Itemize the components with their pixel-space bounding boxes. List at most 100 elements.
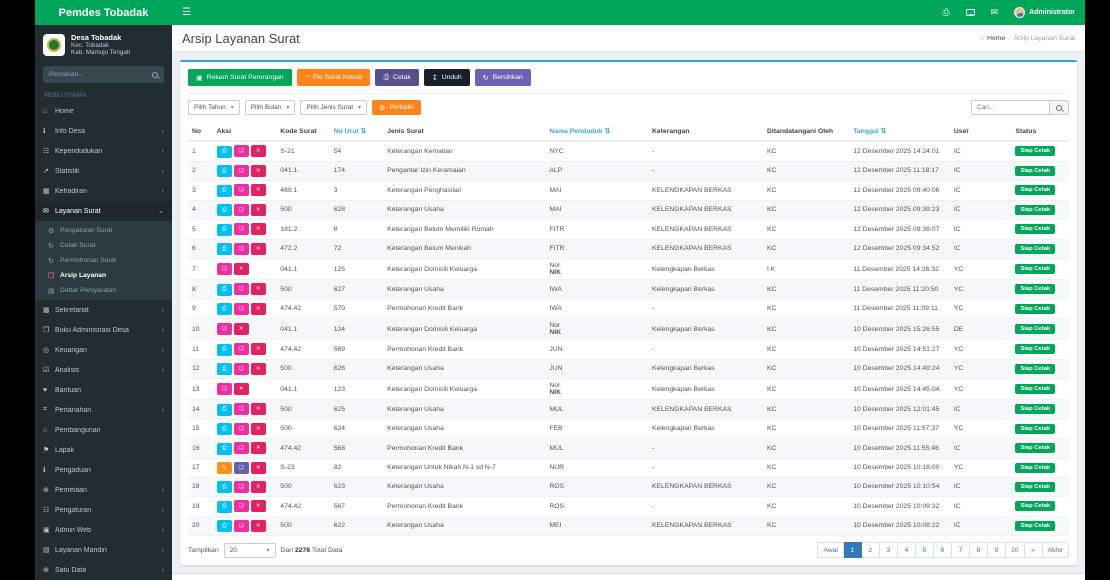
column-header-tanggal[interactable]: Tanggal ⇅ (849, 122, 950, 142)
page-button-8[interactable]: 8 (969, 542, 988, 558)
status-badge[interactable]: Siap Cetak (1015, 344, 1056, 355)
sidebar-item-admin-web[interactable]: ▣ Admin Web ‹ (35, 520, 172, 540)
sidebar-subitem-cetak-surat[interactable]: ↻ Cetak Surat (35, 238, 172, 253)
page-button-5[interactable]: 5 (915, 542, 934, 558)
print-button[interactable]: ⎙ (216, 204, 232, 216)
page-button-akhir[interactable]: Akhir (1042, 542, 1069, 558)
page-button-1[interactable]: 1 (843, 542, 862, 558)
delete-button[interactable]: ✕ (250, 302, 266, 315)
pdf-button[interactable]: ❏ (233, 442, 249, 454)
pdf-button[interactable]: ❏ (233, 362, 249, 375)
table-search-button[interactable] (1049, 100, 1069, 115)
edit-button[interactable]: ✎ (216, 461, 232, 474)
perbaiki-button[interactable]: ⚙ Perbaiki (372, 100, 421, 115)
print-button[interactable]: ⎙ (216, 442, 232, 455)
delete-button[interactable]: ✕ (250, 519, 266, 532)
sidebar-item-satu-data[interactable]: ⊕ Satu Data ‹ (35, 560, 172, 580)
sidebar-item-lapak[interactable]: ⚑ Lapak (35, 440, 172, 460)
pdf-button[interactable]: ❏ (233, 422, 249, 435)
delete-button[interactable]: ✕ (250, 203, 266, 216)
sidebar-item-sekretariat[interactable]: ▦ Sekretariat ‹ (35, 300, 172, 320)
page-button-2[interactable]: 2 (861, 542, 880, 558)
status-badge[interactable]: Siap Cetak (1015, 363, 1056, 374)
sidebar-item-pengaduan[interactable]: ℹ Pengaduan (35, 460, 172, 480)
mail-icon[interactable]: ✉ (991, 8, 999, 17)
sidebar-item-bantuan[interactable]: ♥ Bantuan (35, 380, 172, 400)
print-button[interactable]: ⎙ (216, 223, 232, 236)
pdf-button[interactable]: ❏ (233, 480, 249, 493)
sidebar-item-kependudukan[interactable]: ☷ Kependudukan ‹ (35, 141, 172, 161)
pie-surat-keluar-button[interactable]: ◔ Pie Surat Keluar (296, 69, 371, 86)
status-badge[interactable]: Siap Cetak (1015, 204, 1056, 215)
delete-button[interactable]: ✕ (250, 480, 266, 493)
status-badge[interactable]: Siap Cetak (1015, 324, 1056, 334)
print-button[interactable]: ⎙ (216, 165, 232, 177)
sidebar-item-buku-administrasi-desa[interactable]: ❒ Buku Administrasi Desa ‹ (35, 320, 172, 340)
status-badge[interactable]: Siap Cetak (1015, 264, 1056, 274)
print-button[interactable]: ⎙ (216, 500, 232, 513)
sidebar-item-keuangan[interactable]: ◎ Keuangan ‹ (35, 340, 172, 360)
per-page-select[interactable]: 20 ▾ (223, 542, 276, 558)
print-button[interactable]: ⎙ (216, 145, 232, 158)
pdf-button[interactable]: ❏ (233, 242, 249, 255)
page-button-10[interactable]: 10 (1005, 542, 1025, 558)
page-button-[interactable]: » (1024, 542, 1043, 558)
delete-button[interactable]: ✕ (250, 242, 266, 255)
page-button-4[interactable]: 4 (897, 542, 916, 558)
sidebar-item-statistik[interactable]: ↗ Statistik ‹ (35, 161, 172, 181)
sidebar-search-input[interactable] (49, 71, 152, 78)
status-badge[interactable]: Siap Cetak (1015, 481, 1056, 492)
delete-button[interactable]: ✕ (250, 145, 266, 157)
status-badge[interactable]: Siap Cetak (1015, 501, 1056, 512)
page-button-9[interactable]: 9 (987, 542, 1006, 558)
sidebar-item-layanan-surat[interactable]: ✉ Layanan Surat ⌄ (35, 201, 172, 221)
sidebar-subitem-daftar-persyaratan[interactable]: ▤ Daftar Persyaratan (35, 283, 172, 298)
sidebar-item-kehadiran[interactable]: ▦ Kehadiran ‹ (35, 181, 172, 201)
status-badge[interactable]: Siap Cetak (1015, 146, 1056, 157)
page-button-7[interactable]: 7 (951, 542, 970, 558)
column-header-no-urut[interactable]: No Urut ⇅ (329, 122, 384, 142)
unduh-button[interactable]: ↧ Unduh (423, 69, 470, 86)
sidebar-item-pertanahan[interactable]: ⌗ Pertanahan ‹ (35, 400, 172, 420)
hamburger-menu-icon[interactable]: ☰ (182, 7, 191, 18)
delete-button[interactable]: ✕ (233, 263, 249, 275)
table-search-input[interactable] (971, 100, 1049, 115)
pdf-button[interactable]: ❏ (216, 263, 232, 275)
status-badge[interactable]: Siap Cetak (1015, 404, 1056, 415)
sidebar-item-layanan-mandiri[interactable]: ▤ Layanan Mandiri ‹ (35, 540, 172, 560)
status-badge[interactable]: Siap Cetak (1015, 185, 1056, 196)
user-menu[interactable]: Administrator (1014, 7, 1075, 18)
status-badge[interactable]: Siap Cetak (1015, 423, 1056, 434)
status-badge[interactable]: Siap Cetak (1015, 443, 1056, 454)
delete-button[interactable]: ✕ (250, 184, 266, 196)
pdf-button[interactable]: ❏ (233, 223, 249, 235)
pilih-jenis-surat-select[interactable]: Pilih Jenis Surat ▾ (300, 100, 368, 115)
print-button[interactable]: ⎙ (216, 403, 232, 416)
delete-button[interactable]: ✕ (250, 223, 266, 235)
sidebar-item-analisis[interactable]: ☑ Analisis ‹ (35, 360, 172, 380)
column-header-nama-penduduk[interactable]: Nama Penduduk ⇅ (545, 122, 648, 142)
doc-button[interactable]: ❏ (233, 461, 249, 474)
pdf-button[interactable]: ❏ (233, 203, 249, 216)
delete-button[interactable]: ✕ (250, 343, 266, 355)
pdf-button[interactable]: ❏ (233, 164, 249, 177)
status-badge[interactable]: Siap Cetak (1015, 384, 1056, 394)
breadcrumb-home[interactable]: Home (987, 35, 1005, 42)
delete-button[interactable]: ✕ (250, 164, 266, 177)
chat-icon[interactable] (965, 9, 975, 16)
pdf-button[interactable]: ❏ (233, 302, 249, 315)
pdf-button[interactable]: ❏ (233, 500, 249, 512)
pilih-bulan-select[interactable]: Pilih Bulan ▾ (244, 100, 296, 115)
sidebar-subitem-pengaturan-surat[interactable]: ⚙ Pengaturan Surat (35, 223, 172, 238)
pdf-button[interactable]: ❏ (233, 184, 249, 196)
print-button[interactable]: ⎙ (216, 423, 232, 435)
print-button[interactable]: ⎙ (216, 343, 232, 356)
delete-button[interactable]: ✕ (250, 500, 266, 512)
page-button-3[interactable]: 3 (879, 542, 898, 558)
sidebar-search[interactable] (43, 66, 164, 83)
status-badge[interactable]: Siap Cetak (1015, 520, 1056, 531)
sidebar-item-info-desa[interactable]: ℹ Info Desa ‹ (35, 121, 172, 141)
delete-button[interactable]: ✕ (250, 362, 266, 375)
pdf-button[interactable]: ❏ (233, 145, 249, 157)
pdf-button[interactable]: ❏ (233, 519, 249, 532)
